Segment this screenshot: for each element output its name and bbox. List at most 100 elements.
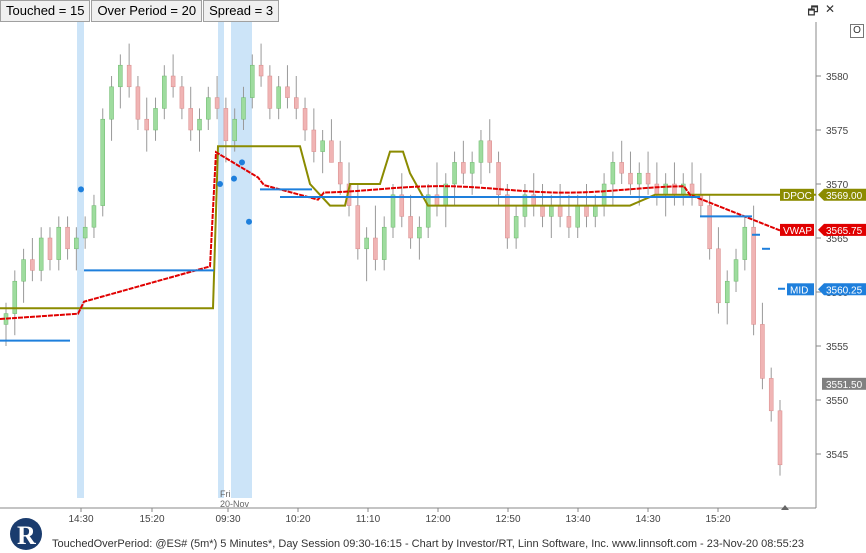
dpoc-line bbox=[0, 145, 816, 310]
candle bbox=[188, 108, 193, 131]
candle bbox=[258, 64, 264, 77]
chart-footer: TouchedOverPeriod: @ES# (5m*) 5 Minutes*… bbox=[52, 538, 804, 550]
dpoc-value: 3569.00 bbox=[826, 191, 863, 202]
candle bbox=[566, 216, 572, 228]
candle bbox=[417, 226, 422, 239]
vwap-line bbox=[0, 150, 781, 320]
x-tick-label: 12:00 bbox=[425, 514, 450, 525]
candle bbox=[716, 248, 721, 304]
candle bbox=[250, 64, 255, 98]
candle bbox=[768, 378, 774, 412]
candle bbox=[30, 259, 35, 271]
x-tick-label: 14:30 bbox=[635, 514, 660, 525]
candle bbox=[469, 162, 475, 174]
candle bbox=[82, 226, 88, 239]
dpoc-name: DPOC bbox=[783, 191, 812, 202]
vwap-name: VWAP bbox=[783, 226, 812, 237]
candle bbox=[584, 205, 589, 217]
candle bbox=[144, 118, 149, 131]
candle bbox=[610, 162, 616, 185]
candle bbox=[557, 205, 563, 217]
touch-dot bbox=[231, 175, 237, 182]
candle bbox=[214, 97, 220, 109]
x-tick-label: 11:10 bbox=[356, 514, 381, 525]
last-price-value: 3551.50 bbox=[826, 380, 863, 391]
candle bbox=[452, 162, 457, 185]
touch-dot bbox=[78, 186, 84, 193]
candle bbox=[399, 194, 405, 217]
candle bbox=[320, 140, 325, 152]
candle bbox=[74, 237, 79, 250]
candle bbox=[118, 64, 123, 88]
candle bbox=[645, 172, 651, 185]
x-tick-label: 10:20 bbox=[285, 514, 310, 525]
y-tick-label: 3575 bbox=[826, 126, 849, 137]
candle bbox=[487, 140, 492, 163]
candle bbox=[760, 324, 765, 379]
touch-dot bbox=[246, 218, 252, 225]
touch-dot bbox=[239, 159, 245, 166]
y-tick-label: 3550 bbox=[826, 396, 849, 407]
candle bbox=[153, 108, 158, 131]
x-tick-label: 09:30 bbox=[215, 514, 240, 525]
candle bbox=[206, 97, 211, 120]
x-tick-label: 15:20 bbox=[705, 514, 730, 525]
candle bbox=[100, 118, 105, 206]
candle bbox=[56, 226, 62, 260]
touch-dot bbox=[217, 181, 223, 187]
candle bbox=[223, 108, 229, 142]
candle bbox=[38, 237, 44, 271]
candle bbox=[733, 259, 739, 282]
candle bbox=[162, 75, 167, 109]
candle bbox=[197, 118, 202, 131]
candle bbox=[294, 97, 299, 109]
candle bbox=[478, 140, 484, 163]
candle bbox=[276, 86, 281, 109]
candle bbox=[109, 86, 114, 120]
candle bbox=[65, 226, 70, 250]
candle bbox=[619, 162, 624, 174]
candle bbox=[170, 75, 176, 88]
candle bbox=[707, 205, 712, 250]
candle bbox=[355, 205, 361, 250]
candle bbox=[505, 194, 510, 239]
candle bbox=[593, 205, 598, 217]
candle bbox=[241, 97, 246, 120]
candle bbox=[285, 86, 290, 98]
candle bbox=[179, 86, 185, 109]
candle bbox=[663, 183, 668, 196]
candle bbox=[381, 226, 387, 260]
candle bbox=[654, 183, 660, 196]
candle bbox=[373, 237, 378, 260]
candle bbox=[513, 216, 519, 239]
touched-highlight-band bbox=[231, 22, 252, 498]
session-date-label: 20-Nov bbox=[220, 499, 250, 509]
candle bbox=[742, 226, 748, 260]
candle bbox=[267, 75, 273, 109]
candle bbox=[311, 129, 317, 152]
candle bbox=[425, 194, 431, 228]
touched-highlight-band bbox=[218, 22, 224, 498]
price-chart[interactable]: 3545355035553560356535703575358014:3015:… bbox=[0, 0, 866, 553]
mid-name: MID bbox=[790, 285, 808, 296]
candle bbox=[337, 162, 343, 185]
x-tick-label: 12:50 bbox=[495, 514, 520, 525]
svg-text:R: R bbox=[17, 521, 36, 550]
candle bbox=[549, 205, 554, 217]
candle bbox=[302, 108, 308, 131]
candle bbox=[91, 205, 97, 228]
candle bbox=[777, 410, 783, 466]
session-day-label: Fri bbox=[220, 489, 231, 499]
candle bbox=[575, 205, 580, 228]
candle bbox=[390, 194, 396, 228]
candle bbox=[601, 183, 607, 206]
candle bbox=[637, 172, 642, 185]
candle bbox=[126, 64, 132, 88]
candle bbox=[461, 162, 466, 174]
candle bbox=[408, 216, 413, 239]
candle bbox=[540, 205, 545, 217]
x-tick-label: 14:30 bbox=[68, 514, 93, 525]
y-tick-label: 3555 bbox=[826, 342, 849, 353]
candle bbox=[689, 183, 695, 196]
y-tick-label: 3545 bbox=[826, 450, 849, 461]
